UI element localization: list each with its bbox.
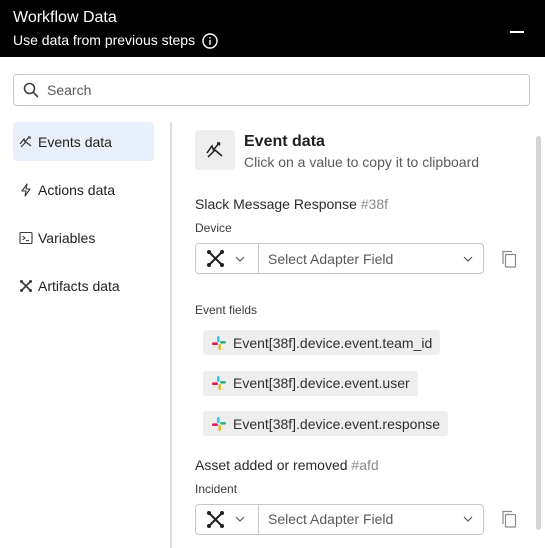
collapse-minus-icon[interactable] xyxy=(510,31,524,33)
chevron-down-icon xyxy=(463,256,473,262)
bolt-icon xyxy=(21,182,31,197)
artifacts-icon xyxy=(20,279,32,292)
adapter-type-dropdown[interactable] xyxy=(196,504,259,534)
copy-icon[interactable] xyxy=(501,250,517,268)
adapter-row: Select Adapter Field xyxy=(195,503,525,535)
panel-header: Workflow Data Use data from previous ste… xyxy=(0,0,545,57)
section-title: Asset added or removed #afd xyxy=(195,456,379,473)
slack-icon xyxy=(212,416,226,431)
event-field-chip[interactable]: Event[38f].device.event.response xyxy=(203,411,449,436)
sidebar-item-label: Actions data xyxy=(38,181,116,198)
terminal-icon xyxy=(19,231,33,244)
adapter-field-select[interactable]: Select Adapter Field xyxy=(259,505,483,534)
adapter-field-select[interactable]: Select Adapter Field xyxy=(259,244,483,273)
chevron-down-icon xyxy=(463,516,473,522)
adapter-type-dropdown[interactable] xyxy=(196,244,259,273)
chevron-down-icon xyxy=(235,256,245,262)
sidebar-item-actions-data[interactable]: Actions data xyxy=(13,170,154,209)
sidebar-item-label: Artifacts data xyxy=(38,277,120,294)
info-circle-icon[interactable] xyxy=(202,32,218,49)
adapter-x-icon xyxy=(207,510,224,528)
event-flow-icon xyxy=(19,135,32,147)
copy-icon[interactable] xyxy=(501,510,517,528)
section-title: Slack Message Response #38f xyxy=(195,196,389,212)
content-header: Event data Click on a value to copy it t… xyxy=(195,130,525,171)
event-data-panel: Event data Click on a value to copy it t… xyxy=(195,130,525,535)
scrollbar-thumb[interactable] xyxy=(536,136,541,530)
adapter-row: Select Adapter Field xyxy=(195,243,525,274)
device-label: Device xyxy=(195,221,232,235)
event-field-chip[interactable]: Event[38f].device.event.team_id xyxy=(203,330,441,355)
sidebar-item-artifacts-data[interactable]: Artifacts data xyxy=(13,266,154,305)
event-field-chip[interactable]: Event[38f].device.event.user xyxy=(203,370,418,396)
search-icon xyxy=(23,82,39,98)
section-hash: #38f xyxy=(360,196,389,212)
column-divider xyxy=(170,122,172,548)
adapter-select: Select Adapter Field xyxy=(195,503,484,535)
panel-subtitle-row: Use data from previous steps xyxy=(13,32,532,49)
slack-icon xyxy=(212,335,226,350)
content-title: Event data xyxy=(244,133,325,150)
chevron-down-icon xyxy=(235,516,245,522)
event-flow-icon xyxy=(195,130,235,170)
incident-label: Incident xyxy=(195,481,238,496)
sidebar-item-label: Variables xyxy=(38,229,96,246)
slack-icon xyxy=(212,376,226,390)
sidebar-nav: Events data Actions data Variables Artif… xyxy=(13,122,154,314)
sidebar-item-events-data[interactable]: Events data xyxy=(13,122,154,161)
panel-subtitle: Use data from previous steps xyxy=(13,32,196,48)
panel-title: Workflow Data xyxy=(13,9,117,26)
section-hash: #afd xyxy=(351,456,379,473)
adapter-select: Select Adapter Field xyxy=(195,243,484,274)
search-input[interactable] xyxy=(47,82,507,98)
sidebar-item-label: Events data xyxy=(38,133,112,150)
content-subtitle: Click on a value to copy it to clipboard xyxy=(244,154,480,170)
event-fields-label: Event fields xyxy=(195,303,258,317)
adapter-x-icon xyxy=(207,250,224,267)
event-fields-list: Event[38f].device.event.team_id Event[38… xyxy=(195,330,525,437)
search-box[interactable] xyxy=(13,74,530,106)
sidebar-item-variables[interactable]: Variables xyxy=(13,218,154,257)
